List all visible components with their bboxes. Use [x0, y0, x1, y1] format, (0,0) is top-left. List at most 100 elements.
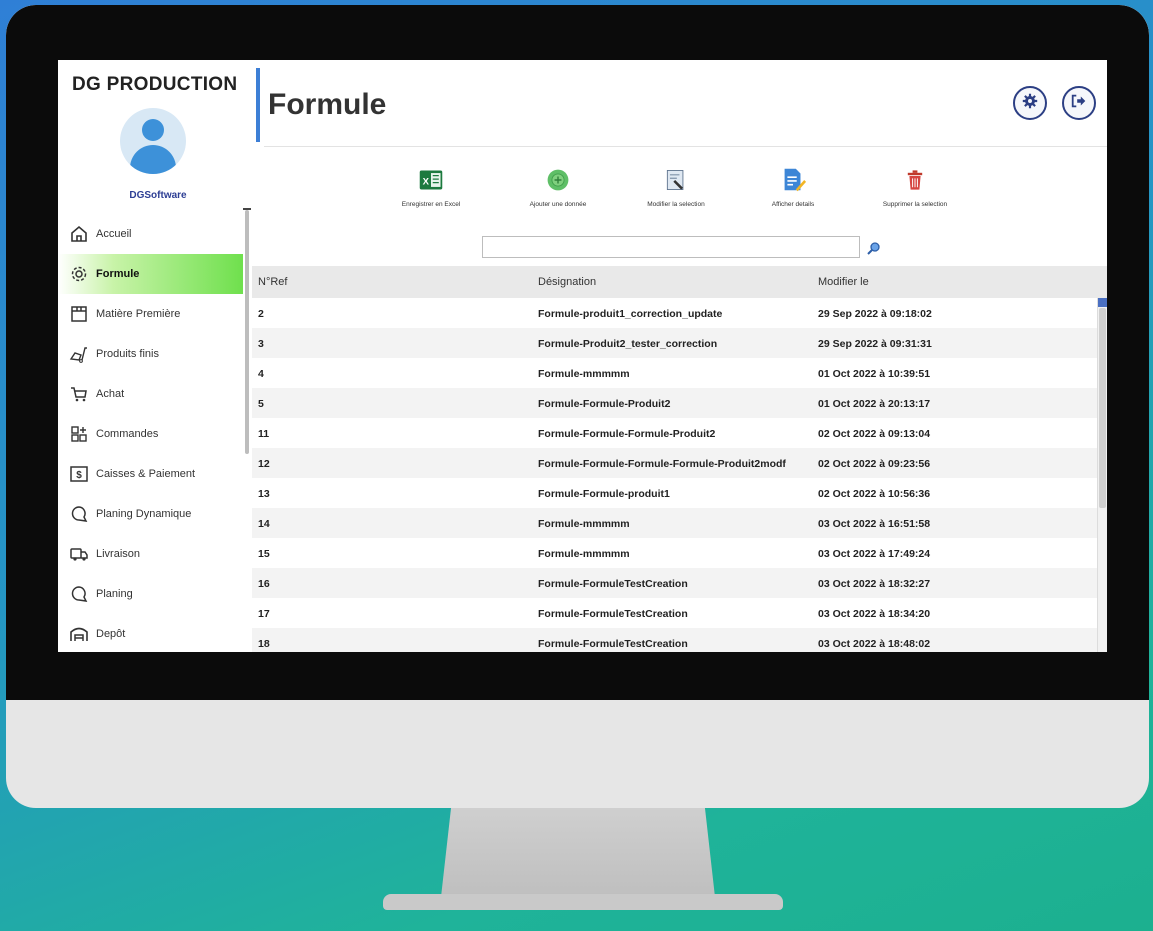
export-excel-label: Enregistrer en Excel: [401, 201, 461, 208]
gear-icon: [1021, 92, 1039, 115]
add-data-button[interactable]: Ajouter une donnée: [503, 165, 613, 208]
sidebar-item-label: Accueil: [96, 228, 132, 240]
monitor-stand-base: [383, 894, 783, 910]
sidebar-item-label: Planing Dynamique: [96, 508, 192, 520]
scrollbar-thumb[interactable]: [1099, 308, 1106, 508]
sidebar: DG PRODUCTION DGSoftware Accueil Formule: [58, 60, 251, 652]
table-body: 2 Formule-produit1_correction_update 29 Se…: [252, 298, 1097, 652]
document-edit-icon: [778, 165, 808, 195]
sidebar-item-label: Planing: [96, 588, 133, 600]
home-icon: [68, 224, 90, 244]
sidebar-item-matiere-premiere[interactable]: Matière Première: [58, 294, 243, 334]
sidebar-item-label: Depôt: [96, 628, 126, 640]
cart-icon: [68, 384, 90, 404]
sidebar-scrollbar[interactable]: [245, 210, 249, 454]
table-row[interactable]: 17 Formule-FormuleTestCreation 03 Oct 2022…: [252, 598, 1097, 628]
sidebar-item-label: Achat: [96, 388, 125, 400]
monitor-stand: [440, 808, 716, 906]
table-scrollbar[interactable]: [1097, 298, 1107, 652]
cell-designation: Formule-FormuleTestCreation: [538, 638, 688, 650]
svg-text:$: $: [76, 470, 82, 481]
column-header-designation[interactable]: Désignation: [538, 276, 596, 288]
cell-modified: 29 Sep 2022 à 09:18:02: [818, 308, 932, 320]
brand-title: DG PRODUCTION: [72, 74, 238, 95]
table-row[interactable]: 2 Formule-produit1_correction_update 29 Se…: [252, 298, 1097, 328]
column-header-modified[interactable]: Modifier le: [818, 276, 869, 288]
cell-ref: 16: [258, 578, 270, 590]
title-accent-bar: [256, 68, 260, 142]
cell-modified: 03 Oct 2022 à 18:48:02: [818, 638, 931, 650]
add-circle-icon: [543, 165, 573, 195]
search-input[interactable]: [482, 236, 860, 258]
cell-ref: 17: [258, 608, 270, 620]
chat-icon: [68, 584, 90, 604]
sidebar-item-accueil[interactable]: Accueil: [58, 214, 243, 254]
delete-selection-button[interactable]: Supprimer la selection: [860, 165, 970, 208]
cell-ref: 3: [258, 338, 264, 350]
cell-modified: 02 Oct 2022 à 10:56:36: [818, 488, 931, 500]
sidebar-item-commandes[interactable]: Commandes: [58, 414, 243, 454]
show-details-button[interactable]: Afficher details: [738, 165, 848, 208]
sidebar-item-depot[interactable]: Depôt: [58, 614, 243, 652]
sidebar-item-caisses[interactable]: $ Caisses & Paiement: [58, 454, 243, 494]
edit-selection-button[interactable]: Modifier la selection: [621, 165, 731, 208]
table-row[interactable]: 5 Formule-Formule-Produit2 01 Oct 2022 à 2…: [252, 388, 1097, 418]
username: DGSoftware: [129, 190, 187, 201]
cell-designation: Formule-Formule-Formule-Formule-Produit2…: [538, 458, 786, 470]
export-excel-button[interactable]: X Enregistrer en Excel: [376, 165, 486, 208]
cell-designation: Formule-mmmmm: [538, 368, 630, 380]
avatar[interactable]: [120, 108, 186, 174]
table-row[interactable]: 12 Formule-Formule-Formule-Formule-Produi…: [252, 448, 1097, 478]
cell-designation: Formule-FormuleTestCreation: [538, 608, 688, 620]
cell-modified: 03 Oct 2022 à 18:34:20: [818, 608, 931, 620]
cell-modified: 01 Oct 2022 à 10:39:51: [818, 368, 931, 380]
search-icon[interactable]: [866, 240, 882, 256]
table-row[interactable]: 3 Formule-Produit2_tester_correction 29 Se…: [252, 328, 1097, 358]
sidebar-item-achat[interactable]: Achat: [58, 374, 243, 414]
logout-button[interactable]: [1062, 86, 1096, 120]
sidebar-item-label: Formule: [96, 268, 140, 280]
grid-add-icon: [68, 424, 90, 444]
gear-icon: [68, 264, 90, 284]
table-row[interactable]: 13 Formule-Formule-produit1 02 Oct 2022 à …: [252, 478, 1097, 508]
table-row[interactable]: 15 Formule-mmmmm 03 Oct 2022 à 17:49:24: [252, 538, 1097, 568]
cell-designation: Formule-Formule-Produit2: [538, 398, 671, 410]
table-row[interactable]: 16 Formule-FormuleTestCreation 03 Oct 2022…: [252, 568, 1097, 598]
warehouse-icon: [68, 624, 90, 644]
table-header: N°Ref Désignation Modifier le: [252, 266, 1107, 298]
settings-button[interactable]: [1013, 86, 1047, 120]
table-row[interactable]: 11 Formule-Formule-Formule-Produit2 02 Oct…: [252, 418, 1097, 448]
sidebar-item-label: Commandes: [96, 428, 159, 440]
edit-icon: [661, 165, 691, 195]
sidebar-item-label: Livraison: [96, 548, 141, 560]
cell-ref: 4: [258, 368, 264, 380]
table-row[interactable]: 18 Formule-FormuleTestCreation 03 Oct 2022…: [252, 628, 1097, 652]
sidebar-item-planing[interactable]: Planing: [58, 574, 243, 614]
delete-selection-label: Supprimer la selection: [882, 201, 948, 208]
show-details-label: Afficher details: [771, 201, 815, 208]
sidebar-item-planing-dynamique[interactable]: Planing Dynamique: [58, 494, 243, 534]
header-divider: [264, 146, 1107, 147]
cell-designation: Formule-mmmmm: [538, 518, 630, 530]
sidebar-item-label: Matière Première: [96, 308, 181, 320]
sidebar-nav: Accueil Formule Matière Première Produit…: [58, 214, 243, 652]
cell-designation: Formule-Formule-Formule-Produit2: [538, 428, 716, 440]
add-data-label: Ajouter une donnée: [529, 201, 587, 208]
cell-ref: 12: [258, 458, 270, 470]
trash-icon: [900, 165, 930, 195]
cell-ref: 18: [258, 638, 270, 650]
cell-designation: Formule-FormuleTestCreation: [538, 578, 688, 590]
cell-modified: 29 Sep 2022 à 09:31:31: [818, 338, 932, 350]
sidebar-item-produits-finis[interactable]: Produits finis: [58, 334, 243, 374]
cell-ref: 11: [258, 428, 270, 440]
scroll-up-arrow-icon[interactable]: [1098, 298, 1107, 307]
dollar-icon: $: [68, 464, 90, 484]
column-header-ref[interactable]: N°Ref: [258, 276, 287, 288]
table-row[interactable]: 4 Formule-mmmmm 01 Oct 2022 à 10:39:51: [252, 358, 1097, 388]
sidebar-item-formule[interactable]: Formule: [58, 254, 243, 294]
cell-ref: 14: [258, 518, 270, 530]
sidebar-item-label: Caisses & Paiement: [96, 468, 196, 480]
logout-icon: [1070, 92, 1088, 115]
table-row[interactable]: 14 Formule-mmmmm 03 Oct 2022 à 16:51:58: [252, 508, 1097, 538]
sidebar-item-livraison[interactable]: Livraison: [58, 534, 243, 574]
